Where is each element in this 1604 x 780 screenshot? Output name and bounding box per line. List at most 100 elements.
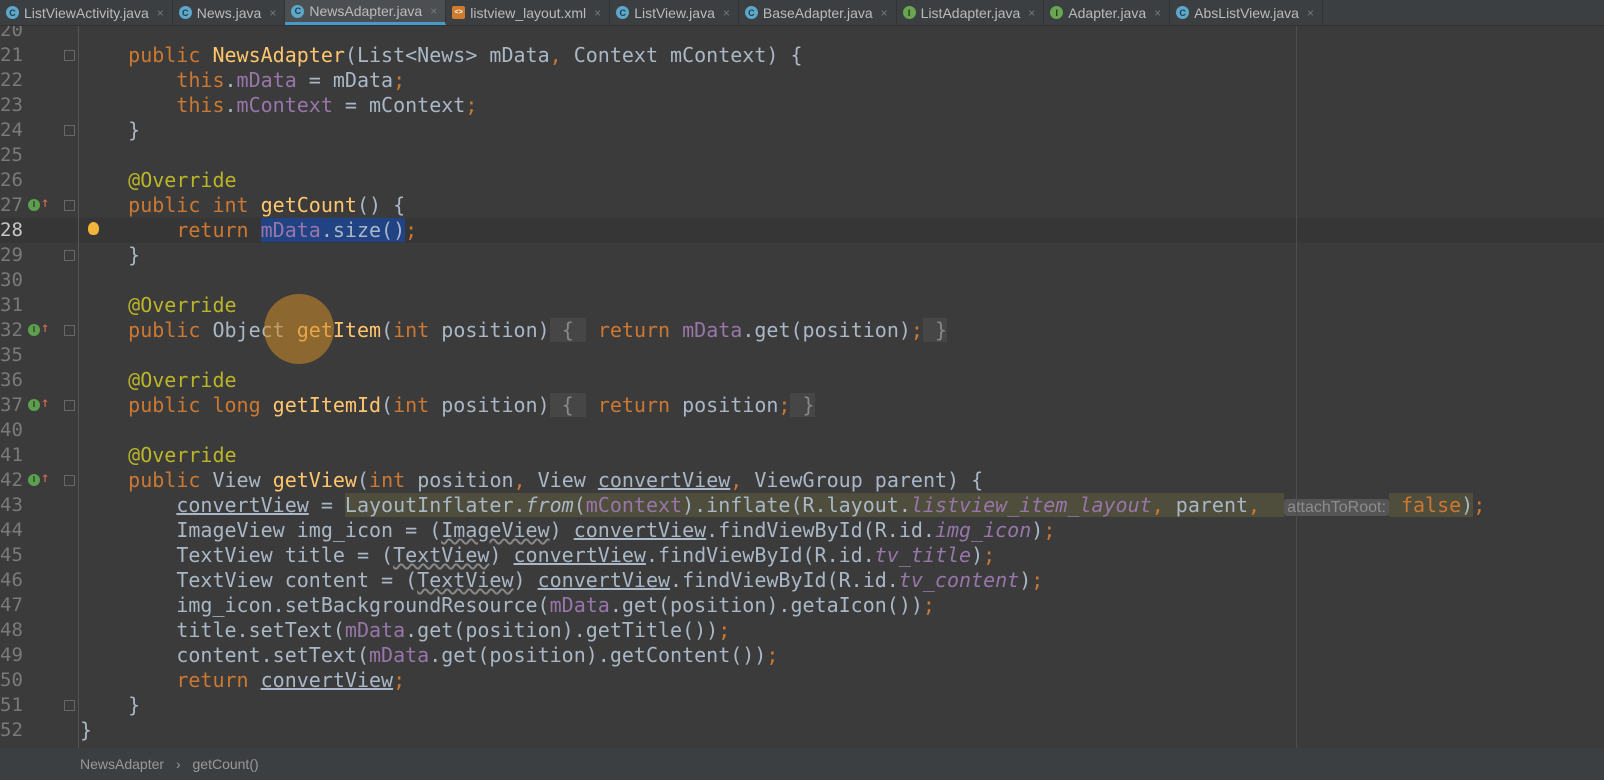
line-number: 31: [0, 294, 23, 316]
tab-listviewactivity-java[interactable]: C ListViewActivity.java ×: [0, 0, 173, 25]
code-line[interactable]: 46 TextView content = (TextView) convert…: [0, 568, 1604, 593]
code-line[interactable]: 21 public NewsAdapter(List<News> mData, …: [0, 43, 1604, 68]
code-line[interactable]: 50 return convertView;: [0, 668, 1604, 693]
tab-newsadapter-java[interactable]: C NewsAdapter.java ×: [285, 0, 447, 25]
tab-label: Adapter.java: [1068, 4, 1147, 21]
close-tab-icon[interactable]: ×: [594, 6, 601, 20]
code-editor[interactable]: 20 21 public NewsAdapter(List<News> mData…: [0, 26, 1604, 748]
override-arrow-icon[interactable]: ↑: [41, 320, 49, 336]
line-number: 48: [0, 619, 23, 641]
code-token: ): [489, 543, 514, 567]
override-arrow-icon[interactable]: ↑: [41, 395, 49, 411]
code-line[interactable]: 31 @Override: [0, 293, 1604, 318]
tab-abslistview-java[interactable]: C AbsListView.java ×: [1170, 0, 1323, 25]
code-line[interactable]: 32 I ↑ public Object getItem(int position)…: [0, 318, 1604, 343]
code-line[interactable]: 44 ImageView img_icon = (ImageView) conv…: [0, 518, 1604, 543]
class-icon: C: [291, 4, 305, 18]
code-line[interactable]: 47 img_icon.setBackgroundResource(mData.…: [0, 593, 1604, 618]
tab-listview-layout-xml[interactable]: <> listview_layout.xml ×: [446, 0, 611, 25]
tab-news-java[interactable]: C News.java ×: [173, 0, 286, 25]
code-line[interactable]: 42 I ↑ public View getView(int position, V…: [0, 468, 1604, 493]
code-line[interactable]: 30: [0, 268, 1604, 293]
code-line[interactable]: 51 }: [0, 693, 1604, 718]
code-token: int: [369, 468, 418, 492]
code-token: mData: [368, 643, 430, 667]
code-token: ;: [983, 543, 996, 567]
override-arrow-icon[interactable]: ↑: [41, 195, 49, 211]
code-line[interactable]: 20: [0, 26, 1604, 43]
close-tab-icon[interactable]: ×: [723, 6, 730, 20]
code-line[interactable]: 28 return mData.size();: [0, 218, 1604, 243]
code-line[interactable]: 22 this.mData = mData;: [0, 68, 1604, 93]
tab-listadapter-java[interactable]: I ListAdapter.java ×: [897, 0, 1045, 25]
tab-label: ListAdapter.java: [920, 4, 1021, 21]
code-line[interactable]: 36 @Override: [0, 368, 1604, 393]
line-number: 24: [0, 119, 23, 141]
code-line[interactable]: 43 convertView = LayoutInflater.from(mCo…: [0, 493, 1604, 518]
class-icon: C: [178, 6, 192, 19]
code-line[interactable]: 37 I ↑ public long getItemId(int position)…: [0, 393, 1604, 418]
close-tab-icon[interactable]: ×: [1028, 6, 1035, 20]
tab-label: AbsListView.java: [1194, 4, 1299, 21]
close-tab-icon[interactable]: ×: [1154, 6, 1161, 20]
code-line[interactable]: 49 content.setText(mData.get(position).g…: [0, 643, 1604, 668]
fold-toggle-icon[interactable]: [64, 125, 75, 136]
code-line[interactable]: 40: [0, 418, 1604, 443]
fold-toggle-icon[interactable]: [64, 50, 75, 61]
close-tab-icon[interactable]: ×: [430, 4, 437, 18]
breadcrumb-method[interactable]: getCount(): [193, 756, 259, 772]
fold-toggle-icon[interactable]: [64, 200, 75, 211]
right-margin-guide: [1296, 26, 1297, 748]
code-line[interactable]: 27 I ↑ public int getCount() {: [0, 193, 1604, 218]
code-line[interactable]: 35: [0, 343, 1604, 368]
line-number: 30: [0, 269, 23, 291]
line-number: 27: [0, 194, 23, 216]
code-token: position: [417, 468, 514, 492]
close-tab-icon[interactable]: ×: [269, 6, 276, 20]
fold-toggle-icon[interactable]: [64, 475, 75, 486]
code-line[interactable]: 52}: [0, 718, 1604, 743]
code-token: int: [393, 318, 442, 342]
tab-adapter-java[interactable]: I Adapter.java ×: [1044, 0, 1171, 25]
breadcrumb-class[interactable]: NewsAdapter: [80, 756, 164, 772]
implements-method-icon[interactable]: I: [28, 199, 40, 211]
tab-listview-java[interactable]: C ListView.java ×: [610, 0, 739, 25]
implements-method-icon[interactable]: I: [28, 324, 40, 336]
code-text: public View getView(int position, View c…: [80, 468, 983, 493]
code-token: mData: [682, 318, 743, 342]
implements-method-icon[interactable]: I: [28, 399, 40, 411]
fold-toggle-icon[interactable]: [64, 400, 75, 411]
code-line[interactable]: 45 TextView title = (TextView) convertVi…: [0, 543, 1604, 568]
code-token: {: [549, 393, 586, 417]
code-token: = mContext: [332, 93, 466, 117]
code-line[interactable]: 24 }: [0, 118, 1604, 143]
code-line[interactable]: 25: [0, 143, 1604, 168]
code-line[interactable]: 26 @Override: [0, 168, 1604, 193]
override-arrow-icon[interactable]: ↑: [41, 470, 49, 486]
implements-method-icon[interactable]: I: [28, 474, 40, 486]
fold-toggle-icon[interactable]: [64, 250, 75, 261]
code-token: () {: [356, 193, 406, 217]
line-number: 35: [0, 344, 23, 366]
code-line[interactable]: 29 }: [0, 243, 1604, 268]
class-icon: C: [744, 6, 758, 19]
fold-toggle-icon[interactable]: [64, 325, 75, 336]
code-token: ;: [393, 668, 406, 692]
code-text: TextView content = (TextView) convertVie…: [80, 568, 1043, 593]
code-line[interactable]: 23 this.mContext = mContext;: [0, 93, 1604, 118]
code-token: public: [128, 318, 213, 342]
fold-toggle-icon[interactable]: [64, 700, 75, 711]
code-line[interactable]: 48 title.setText(mData.get(position).get…: [0, 618, 1604, 643]
close-tab-icon[interactable]: ×: [1307, 6, 1314, 20]
line-number: 47: [0, 594, 23, 616]
code-token: public: [128, 468, 213, 492]
tab-baseadapter-java[interactable]: C BaseAdapter.java ×: [739, 0, 897, 25]
close-tab-icon[interactable]: ×: [881, 6, 888, 20]
code-line[interactable]: 41 @Override: [0, 443, 1604, 468]
close-tab-icon[interactable]: ×: [157, 6, 164, 20]
